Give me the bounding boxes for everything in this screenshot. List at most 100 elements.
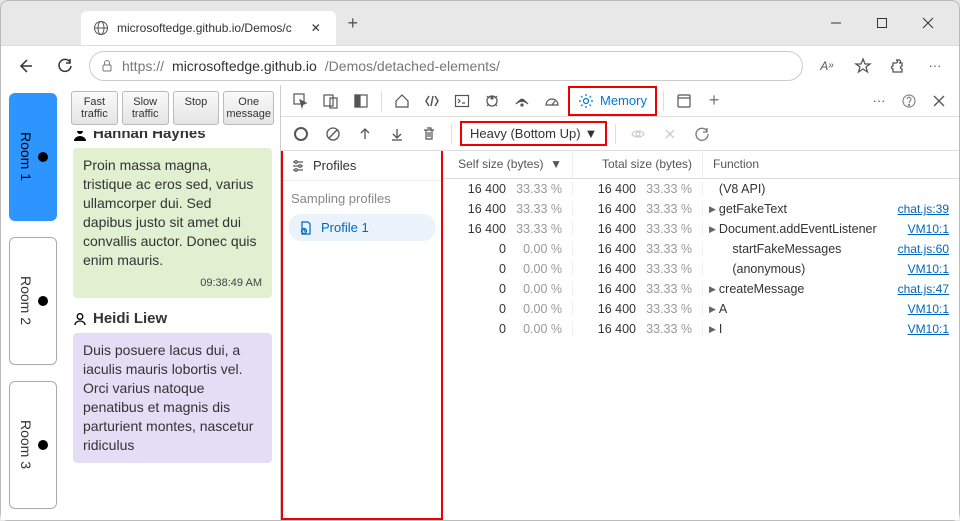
filter-icon[interactable] — [291, 159, 305, 173]
profile-item[interactable]: Profile 1 — [289, 214, 435, 241]
new-tab-button[interactable]: + — [336, 6, 370, 40]
elements-tab[interactable] — [418, 87, 446, 115]
more-icon[interactable]: ··· — [865, 87, 893, 115]
url-prefix: https:// — [122, 58, 164, 74]
profile-file-icon — [299, 221, 313, 235]
chat-column: Fast traffic Slow traffic Stop One messa… — [65, 85, 281, 520]
memory-tab[interactable]: Memory — [568, 86, 657, 116]
message-timestamp: 09:38:49 AM — [83, 276, 262, 291]
url-host: microsoftedge.github.io — [172, 58, 317, 74]
minimize-button[interactable] — [813, 7, 859, 39]
read-aloud-button[interactable]: A» — [811, 50, 843, 82]
profile-grid: Self size (bytes) ▼ Total size (bytes) F… — [443, 151, 959, 520]
source-link[interactable]: chat.js:47 — [898, 282, 959, 296]
performance-tab[interactable] — [538, 87, 566, 115]
source-link[interactable]: VM10:1 — [908, 222, 959, 236]
expand-icon[interactable]: ▶ — [709, 204, 716, 215]
function-name: createMessage — [719, 282, 804, 296]
source-link[interactable]: VM10:1 — [908, 262, 959, 276]
source-link[interactable]: chat.js:39 — [898, 202, 959, 216]
slow-traffic-button[interactable]: Slow traffic — [122, 91, 169, 125]
function-name: (V8 API) — [719, 182, 766, 196]
close-devtools-icon[interactable] — [925, 87, 953, 115]
function-name: Document.addEventListener — [719, 222, 877, 236]
stop-button[interactable]: Stop — [173, 91, 220, 125]
profiles-pane: Profiles Sampling profiles Profile 1 — [281, 151, 443, 520]
refresh-button[interactable] — [49, 50, 81, 82]
column-total-size[interactable]: Total size (bytes) — [573, 151, 703, 178]
room-3-tab[interactable]: Room 3 — [9, 381, 57, 509]
column-function[interactable]: Function — [703, 151, 959, 178]
profiles-header: Profiles — [313, 158, 356, 173]
more-tabs-button[interactable]: + — [700, 87, 728, 115]
network-tab[interactable] — [508, 87, 536, 115]
source-link[interactable]: VM10:1 — [908, 322, 959, 336]
address-bar: https:// microsoftedge.github.io/Demos/de… — [1, 45, 959, 85]
clear-button[interactable] — [319, 120, 347, 148]
function-name: A — [719, 302, 727, 316]
close-window-button[interactable] — [905, 7, 951, 39]
person-icon — [73, 312, 87, 326]
column-self-size[interactable]: Self size (bytes) ▼ — [443, 151, 573, 178]
chat-sender-name: Hannan Haynes — [73, 131, 272, 148]
table-row[interactable]: 16 40033.33 %16 40033.33 %▶getFakeTextch… — [443, 199, 959, 219]
help-icon[interactable] — [895, 87, 923, 115]
table-row[interactable]: 16 40033.33 %16 40033.33 %▶(V8 API) — [443, 179, 959, 199]
table-row[interactable]: 00.00 %16 40033.33 %▶ startFakeMessagesc… — [443, 239, 959, 259]
table-row[interactable]: 00.00 %16 40033.33 %▶AVM10:1 — [443, 299, 959, 319]
status-dot — [38, 152, 48, 162]
expand-icon[interactable]: ▶ — [709, 284, 716, 295]
expand-icon[interactable]: ▶ — [709, 324, 716, 335]
url-path: /Demos/detached-elements/ — [325, 58, 500, 74]
devtools-panel: Memory + ··· Heavy (Bottom — [281, 85, 959, 520]
fast-traffic-button[interactable]: Fast traffic — [71, 91, 118, 125]
settings-menu-button[interactable]: ··· — [919, 50, 951, 82]
expand-icon[interactable]: ▶ — [709, 224, 716, 235]
window-titlebar: microsoftedge.github.io/Demos/c ✕ + — [1, 1, 959, 45]
eye-icon — [624, 120, 652, 148]
chat-message: Duis posuere lacus dui, a iaculis mauris… — [73, 333, 272, 462]
download-icon[interactable] — [383, 120, 411, 148]
refresh-icon[interactable] — [688, 120, 716, 148]
function-name: I — [719, 322, 722, 336]
chat-sender-name: Heidi Liew — [73, 306, 272, 333]
source-link[interactable]: VM10:1 — [908, 302, 959, 316]
welcome-tab[interactable] — [388, 87, 416, 115]
application-tab[interactable] — [670, 87, 698, 115]
source-link[interactable]: chat.js:60 — [898, 242, 959, 256]
table-row[interactable]: 00.00 %16 40033.33 %▶IVM10:1 — [443, 319, 959, 339]
function-name: (anonymous) — [732, 262, 805, 276]
one-message-button[interactable]: One message — [223, 91, 274, 125]
globe-icon — [93, 20, 109, 36]
function-name: getFakeText — [719, 202, 787, 216]
record-button[interactable] — [287, 120, 315, 148]
delete-icon[interactable] — [415, 120, 443, 148]
upload-icon[interactable] — [351, 120, 379, 148]
sampling-profiles-label: Sampling profiles — [283, 181, 441, 212]
device-icon[interactable] — [317, 87, 345, 115]
sources-tab[interactable] — [478, 87, 506, 115]
close-icon — [656, 120, 684, 148]
favorite-button[interactable] — [847, 50, 879, 82]
room-2-tab[interactable]: Room 2 — [9, 237, 57, 365]
back-button[interactable] — [9, 50, 41, 82]
status-dot — [38, 440, 48, 450]
table-row[interactable]: 00.00 %16 40033.33 %▶createMessagechat.j… — [443, 279, 959, 299]
table-row[interactable]: 00.00 %16 40033.33 %▶ (anonymous)VM10:1 — [443, 259, 959, 279]
extensions-button[interactable] — [883, 50, 915, 82]
person-icon — [73, 131, 87, 141]
view-mode-dropdown[interactable]: Heavy (Bottom Up) ▼ — [460, 121, 607, 146]
close-tab-icon[interactable]: ✕ — [308, 20, 324, 36]
expand-icon[interactable]: ▶ — [709, 304, 716, 315]
status-dot — [38, 296, 48, 306]
inspect-icon[interactable] — [287, 87, 315, 115]
console-tab[interactable] — [448, 87, 476, 115]
rooms-sidebar: Room 1 Room 2 Room 3 — [1, 85, 65, 520]
browser-tab[interactable]: microsoftedge.github.io/Demos/c ✕ — [81, 11, 336, 45]
url-input[interactable]: https:// microsoftedge.github.io/Demos/de… — [89, 51, 803, 81]
dock-icon[interactable] — [347, 87, 375, 115]
chevron-down-icon: ▼ — [585, 126, 598, 141]
maximize-button[interactable] — [859, 7, 905, 39]
room-1-tab[interactable]: Room 1 — [9, 93, 57, 221]
table-row[interactable]: 16 40033.33 %16 40033.33 %▶Document.addE… — [443, 219, 959, 239]
